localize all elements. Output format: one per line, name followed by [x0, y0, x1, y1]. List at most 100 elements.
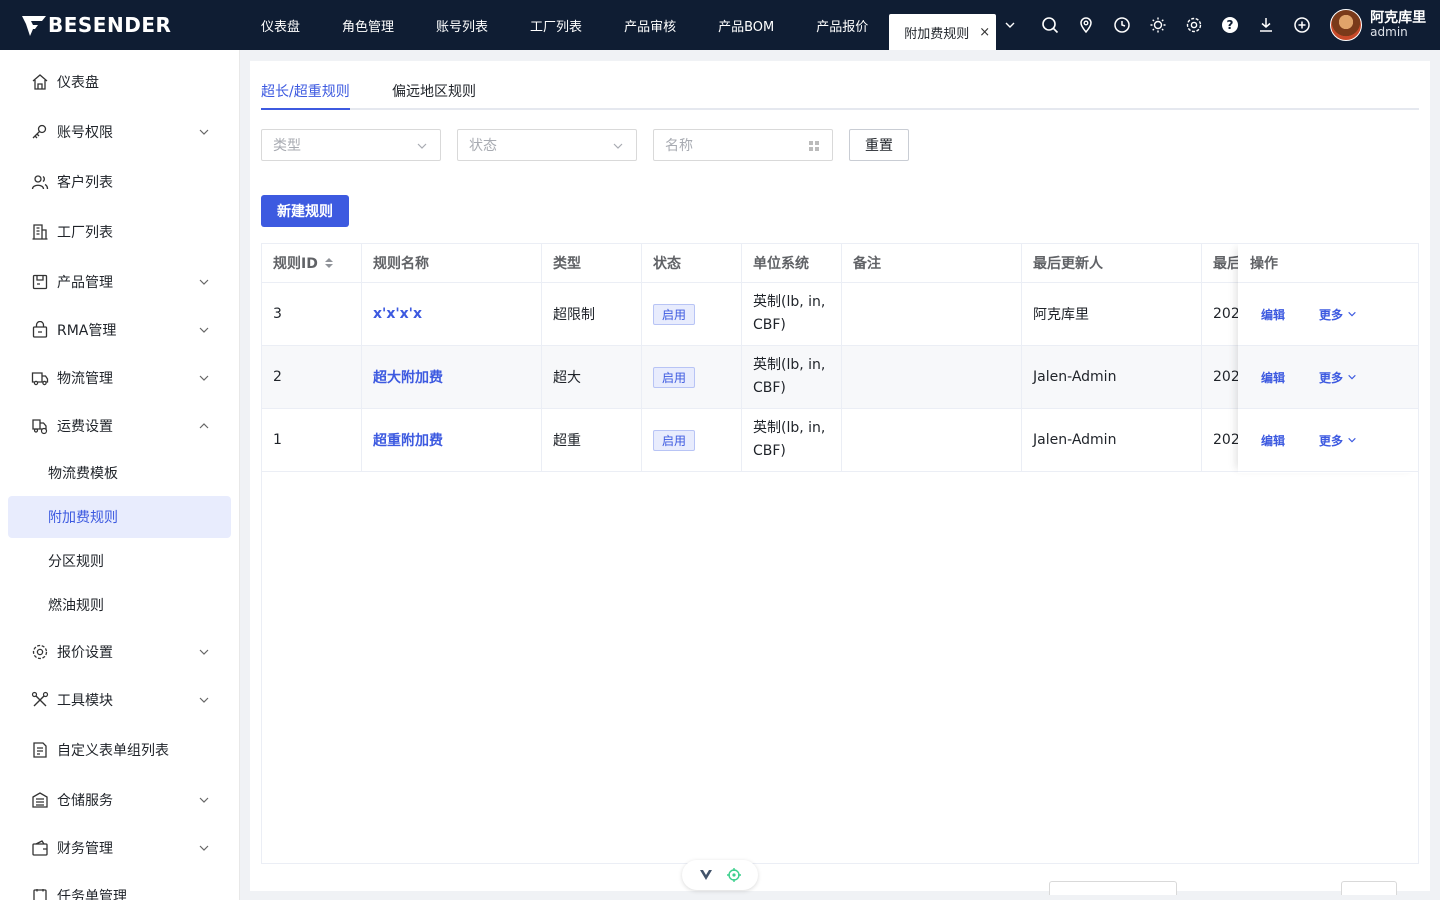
nav-tab-roles[interactable]: 角色管理: [321, 0, 415, 50]
nav-tab-product-bom[interactable]: 产品BOM: [697, 0, 795, 50]
edit-button[interactable]: 编辑: [1261, 306, 1285, 323]
col-last-updater: 最后更新人: [1022, 244, 1202, 282]
sidebar-item-quote-settings[interactable]: 报价设置: [0, 632, 239, 672]
more-dropdown[interactable]: 更多: [1319, 306, 1357, 323]
nav-tab-accounts[interactable]: 账号列表: [415, 0, 509, 50]
type-select[interactable]: 类型: [261, 129, 441, 161]
sun-icon[interactable]: [1140, 0, 1176, 50]
sort-icon[interactable]: [324, 257, 334, 269]
sidebar: 仪表盘 账号权限 客户列表 工厂列表 产品管理 RMA管理 物流管理 运费设置 …: [0, 50, 240, 900]
status-select[interactable]: 状态: [457, 129, 637, 161]
user-menu[interactable]: 阿克库里 admin: [1330, 0, 1426, 50]
gear-icon[interactable]: [1176, 0, 1212, 50]
cell-note: [842, 283, 1022, 345]
sidebar-item-logistics[interactable]: 物流管理: [0, 358, 239, 398]
more-label: 更多: [1319, 307, 1344, 322]
sidebar-subitem-fuel-rules[interactable]: 燃油规则: [8, 584, 231, 626]
col-operations: 操作: [1238, 244, 1418, 283]
chevron-down-icon: [613, 143, 623, 149]
cell-unit: 英制(lb, in, CBF): [742, 283, 842, 345]
target-icon[interactable]: [726, 867, 742, 883]
chevron-down-icon: [199, 649, 209, 655]
rule-name-link[interactable]: 超大附加费: [373, 367, 443, 387]
avatar[interactable]: [1330, 9, 1363, 41]
brand-logo[interactable]: BESENDER: [0, 0, 240, 50]
chevron-up-icon: [199, 423, 209, 429]
chevron-down-icon: [199, 129, 209, 135]
chevron-down-icon: [199, 797, 209, 803]
status-badge: 启用: [653, 303, 696, 325]
cell-status: 启用: [642, 283, 742, 345]
sidebar-item-products[interactable]: 产品管理: [0, 262, 239, 302]
users-icon: [30, 172, 50, 192]
rule-name-link[interactable]: 超重附加费: [373, 430, 443, 450]
help-icon[interactable]: ?: [1212, 0, 1248, 50]
sidebar-item-account-permissions[interactable]: 账号权限: [0, 112, 239, 152]
col-rule-id[interactable]: 规则ID: [262, 244, 362, 282]
plus-circle-icon[interactable]: [1284, 0, 1320, 50]
cell-id: 3: [262, 283, 362, 345]
user-info: 阿克库里 admin: [1370, 10, 1426, 40]
sidebar-item-warehouse[interactable]: 仓储服务: [0, 780, 239, 820]
download-icon[interactable]: [1248, 0, 1284, 50]
sidebar-item-tasks[interactable]: 任务单管理: [0, 876, 239, 900]
form-icon: [30, 740, 50, 760]
more-dropdown[interactable]: 更多: [1319, 369, 1357, 386]
sidebar-item-label: 客户列表: [57, 175, 113, 191]
sidebar-item-dashboard[interactable]: 仪表盘: [0, 62, 239, 102]
rule-name-link[interactable]: x'x'x'x: [373, 306, 422, 322]
cell-updater: Jalen-Admin: [1022, 346, 1202, 408]
svg-text:?: ?: [1227, 18, 1234, 32]
building-icon: [30, 222, 50, 242]
more-label: 更多: [1319, 433, 1344, 448]
sidebar-subitem-freight-template[interactable]: 物流费模板: [8, 452, 231, 494]
nav-tab-dashboard[interactable]: 仪表盘: [240, 0, 321, 50]
search-icon[interactable]: [1032, 0, 1068, 50]
vue-devtools-icon[interactable]: [699, 868, 713, 882]
nav-tab-product-quote[interactable]: 产品报价: [795, 0, 889, 50]
more-tabs-chevron-icon[interactable]: [996, 0, 1024, 50]
sidebar-item-factories[interactable]: 工厂列表: [0, 212, 239, 252]
brand-logo-icon: [22, 16, 46, 36]
box-icon: [30, 272, 50, 292]
sidebar-item-tools[interactable]: 工具模块: [0, 680, 239, 720]
page-size-select[interactable]: [1049, 881, 1177, 895]
page-jump-input[interactable]: [1341, 881, 1397, 895]
sidebar-item-custom-forms[interactable]: 自定义表单组列表: [0, 730, 239, 770]
nav-tab-surcharge-rules[interactable]: 附加费规则 ×: [889, 14, 997, 50]
edit-button[interactable]: 编辑: [1261, 369, 1285, 386]
col-note: 备注: [842, 244, 1022, 282]
tools-icon: [30, 690, 50, 710]
top-nav: 仪表盘 角色管理 账号列表 工厂列表 产品审核 产品BOM 产品报价 附加费规则…: [240, 0, 1024, 50]
top-header: BESENDER 仪表盘 角色管理 账号列表 工厂列表 产品审核 产品BOM 产…: [0, 0, 1440, 50]
tab-remote-area[interactable]: 偏远地区规则: [392, 81, 476, 110]
sidebar-subitem-surcharge-rules[interactable]: 附加费规则: [8, 496, 231, 538]
warehouse-icon: [30, 790, 50, 810]
reset-button[interactable]: 重置: [849, 129, 909, 161]
sidebar-item-label: 工具模块: [57, 693, 113, 709]
truck-icon: [30, 368, 50, 388]
more-dropdown[interactable]: 更多: [1319, 432, 1357, 449]
new-rule-button[interactable]: 新建规则: [261, 195, 349, 227]
sidebar-item-label: 账号权限: [57, 125, 113, 141]
chevron-down-icon: [199, 845, 209, 851]
chevron-down-icon: [1348, 437, 1356, 442]
edit-button[interactable]: 编辑: [1261, 432, 1285, 449]
row-actions: 编辑 更多: [1238, 346, 1418, 409]
nav-tab-product-review[interactable]: 产品审核: [603, 0, 697, 50]
col-type: 类型: [542, 244, 642, 282]
close-tab-icon[interactable]: ×: [979, 25, 990, 40]
sidebar-item-freight-settings[interactable]: 运费设置: [0, 406, 239, 446]
sidebar-item-customers[interactable]: 客户列表: [0, 162, 239, 202]
floating-toolbar: [682, 860, 758, 890]
location-icon[interactable]: [1068, 0, 1104, 50]
sidebar-item-finance[interactable]: 财务管理: [0, 828, 239, 868]
name-input[interactable]: 名称: [653, 129, 833, 161]
clock-icon[interactable]: [1104, 0, 1140, 50]
sidebar-item-rma[interactable]: RMA管理: [0, 310, 239, 350]
sidebar-subitem-zone-rules[interactable]: 分区规则: [8, 540, 231, 582]
sidebar-item-label: 财务管理: [57, 841, 113, 857]
user-role: admin: [1370, 25, 1408, 40]
tab-oversize-overweight[interactable]: 超长/超重规则: [261, 81, 350, 110]
nav-tab-factories[interactable]: 工厂列表: [509, 0, 603, 50]
